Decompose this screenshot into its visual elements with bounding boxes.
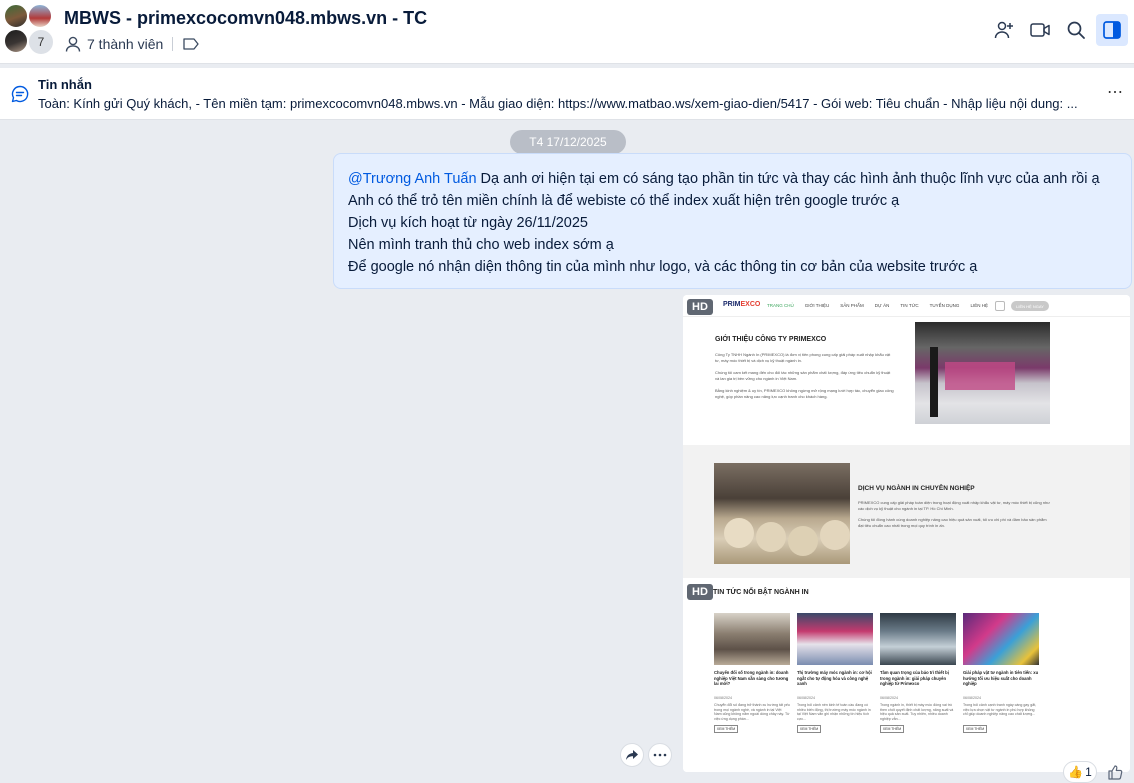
news-photo: [963, 613, 1039, 665]
news-title: Giải pháp vật tư ngành in tiên tiến: xu …: [963, 670, 1039, 686]
message-line: Anh có thể trỏ tên miền chính là để webi…: [348, 193, 900, 209]
printing-press-photo: [915, 322, 1050, 424]
site-intro-paragraph: Chúng tôi cam kết mang đến cho đối tác n…: [715, 370, 891, 381]
news-readmore-button: XEM THÊM: [797, 725, 821, 733]
news-date: 06/08/2024: [880, 696, 898, 700]
news-date: 06/08/2024: [714, 696, 732, 700]
add-user-icon: [994, 21, 1013, 39]
group-avatar[interactable]: 7: [4, 4, 54, 55]
share-arrow-icon: [626, 750, 638, 760]
conversation-title[interactable]: MBWS - primexcocomvn048.mbws.vn - TC: [64, 8, 427, 29]
member-avatar-2: [28, 4, 52, 28]
news-card: Thị trường máy móc ngành in: cơ hội ngắt…: [797, 613, 873, 733]
news-excerpt: Trong bối cảnh nền kinh tế toàn cầu đang…: [797, 703, 871, 721]
members-link[interactable]: 7 thành viên: [87, 36, 163, 52]
site-menu-item: GIỚI THIỆU: [804, 303, 830, 308]
site-service-title: DỊCH VỤ NGÀNH IN CHUYÊN NGHIỆP: [858, 485, 975, 492]
react-button[interactable]: [1104, 761, 1126, 783]
news-card: Tầm quan trọng của bảo trì thiết bị tron…: [880, 613, 956, 733]
message-line: Nên mình tranh thủ cho web index sớm ạ: [348, 237, 614, 253]
news-photo: [880, 613, 956, 665]
site-menu-item: DỰ ÁN: [874, 303, 890, 308]
news-date: 06/08/2024: [963, 696, 981, 700]
message-bubble[interactable]: @Trương Anh Tuấn Dạ anh ơi hiện tại em c…: [333, 153, 1132, 289]
news-card: Chuyển đổi số trong ngành in: doanh nghi…: [714, 613, 790, 733]
site-intro-paragraph: Bằng kinh nghiệm & uy tín, PRIMEXCO khôn…: [715, 388, 894, 399]
site-intro-section: GIỚI THIỆU CÔNG TY PRIMEXCO Công Ty TNHH…: [683, 317, 1130, 445]
hd-badge: HD: [687, 584, 713, 600]
news-photo: [714, 613, 790, 665]
tag-icon[interactable]: [182, 37, 200, 51]
chat-bubble-icon: [11, 85, 29, 103]
site-menu: TRANG CHỦ GIỚI THIỆU SẢN PHẨM DỰ ÁN TIN …: [767, 303, 988, 308]
add-member-button[interactable]: [988, 14, 1020, 46]
paper-rolls-photo: [714, 463, 850, 564]
divider: [172, 37, 174, 51]
search-button[interactable]: [1060, 14, 1092, 46]
pinned-message-bar[interactable]: Tin nhắn Toàn: Kính gửi Quý khách, - Tên…: [0, 68, 1134, 120]
reaction-count: 1: [1085, 765, 1092, 779]
sidebar-panel-icon: [1103, 21, 1121, 39]
news-excerpt: Trong bối cảnh cạnh tranh ngày càng gay …: [963, 703, 1037, 717]
news-readmore-button: XEM THÊM: [963, 725, 987, 733]
pinned-preview-text: Toàn: Kính gửi Quý khách, - Tên miền tạm…: [38, 96, 1078, 111]
conversation-header: 7 MBWS - primexcocomvn048.mbws.vn - TC 7…: [0, 0, 1134, 64]
thumbs-up-emoji-icon: 👍: [1068, 765, 1084, 779]
site-navbar: PRIMEXCO TRANG CHỦ GIỚI THIỆU SẢN PHẨM D…: [683, 295, 1130, 317]
site-cta-button: LIÊN HỆ NGAY: [1011, 301, 1049, 311]
site-news-section: TIN TỨC NỔI BẬT NGÀNH IN Chuyển đổi số t…: [683, 578, 1130, 772]
news-card: Giải pháp vật tư ngành in tiên tiến: xu …: [963, 613, 1039, 733]
news-readmore-button: XEM THÊM: [714, 725, 738, 733]
message-line: @Trương Anh Tuấn Dạ anh ơi hiện tại em c…: [348, 171, 1100, 187]
site-menu-item: TUYỂN DỤNG: [929, 303, 960, 308]
conversation-meta: 7 thành viên: [64, 34, 200, 54]
member-avatar-1: [4, 4, 28, 28]
date-separator: T4 17/12/2025: [510, 130, 626, 154]
site-search-icon: [995, 301, 1005, 311]
news-date: 06/08/2024: [797, 696, 815, 700]
forward-button[interactable]: [620, 743, 644, 767]
user-mention[interactable]: @Trương Anh Tuấn: [348, 171, 477, 187]
hd-badge: HD: [687, 299, 713, 315]
person-icon: [65, 36, 81, 52]
message-line: Dịch vụ kích hoạt từ ngày 26/11/2025: [348, 215, 588, 231]
site-menu-item: TIN TỨC: [900, 303, 919, 308]
site-service-section: DỊCH VỤ NGÀNH IN CHUYÊN NGHIỆP PRIMEXCO …: [683, 445, 1130, 578]
more-dots-icon: [653, 753, 667, 757]
more-options-icon[interactable]: ⋯: [1107, 82, 1124, 102]
news-title: Thị trường máy móc ngành in: cơ hội ngắt…: [797, 670, 872, 686]
site-menu-item: TRANG CHỦ: [767, 303, 794, 308]
reaction-summary[interactable]: 👍 1: [1063, 761, 1097, 783]
site-intro-title: GIỚI THIỆU CÔNG TY PRIMEXCO: [715, 336, 827, 343]
image-attachment[interactable]: HD HD PRIMEXCO TRANG CHỦ GIỚI THIỆU SẢN …: [683, 295, 1130, 772]
site-news-title: TIN TỨC NỔI BẬT NGÀNH IN: [713, 589, 809, 596]
video-camera-icon: [1030, 23, 1050, 37]
search-icon: [1067, 21, 1085, 39]
news-readmore-button: XEM THÊM: [880, 725, 904, 733]
news-excerpt: Trong ngành in, thiết bị máy móc đóng va…: [880, 703, 954, 721]
member-avatar-3: [4, 29, 28, 53]
news-photo: [797, 613, 873, 665]
header-actions: [988, 14, 1134, 46]
video-call-button[interactable]: [1024, 14, 1056, 46]
message-line: Để google nó nhận diện thông tin của mìn…: [348, 259, 978, 275]
site-menu-item: LIÊN HỆ: [970, 303, 988, 308]
site-intro-paragraph: Công Ty TNHH Ngành In (PRIMEXCO) là đơn …: [715, 352, 891, 363]
news-title: Chuyển đổi số trong ngành in: doanh nghi…: [714, 670, 789, 686]
thumbs-up-icon: [1108, 765, 1123, 780]
pinned-title: Tin nhắn: [38, 77, 92, 92]
site-menu-item: SẢN PHẨM: [840, 303, 864, 308]
site-service-paragraph: PRIMEXCO cung cấp giải pháp toàn diện tr…: [858, 500, 1050, 511]
site-logo: PRIMEXCO: [723, 301, 761, 308]
toggle-info-panel-button[interactable]: [1096, 14, 1128, 46]
member-count-badge: 7: [28, 29, 54, 55]
more-actions-button[interactable]: [648, 743, 672, 767]
news-title: Tầm quan trọng của bảo trì thiết bị tron…: [880, 670, 949, 686]
site-service-paragraph: Chúng tôi đồng hành cùng doanh nghiệp nâ…: [858, 517, 1047, 528]
news-excerpt: Chuyển đổi số đang trở thành xu hướng tấ…: [714, 703, 790, 721]
